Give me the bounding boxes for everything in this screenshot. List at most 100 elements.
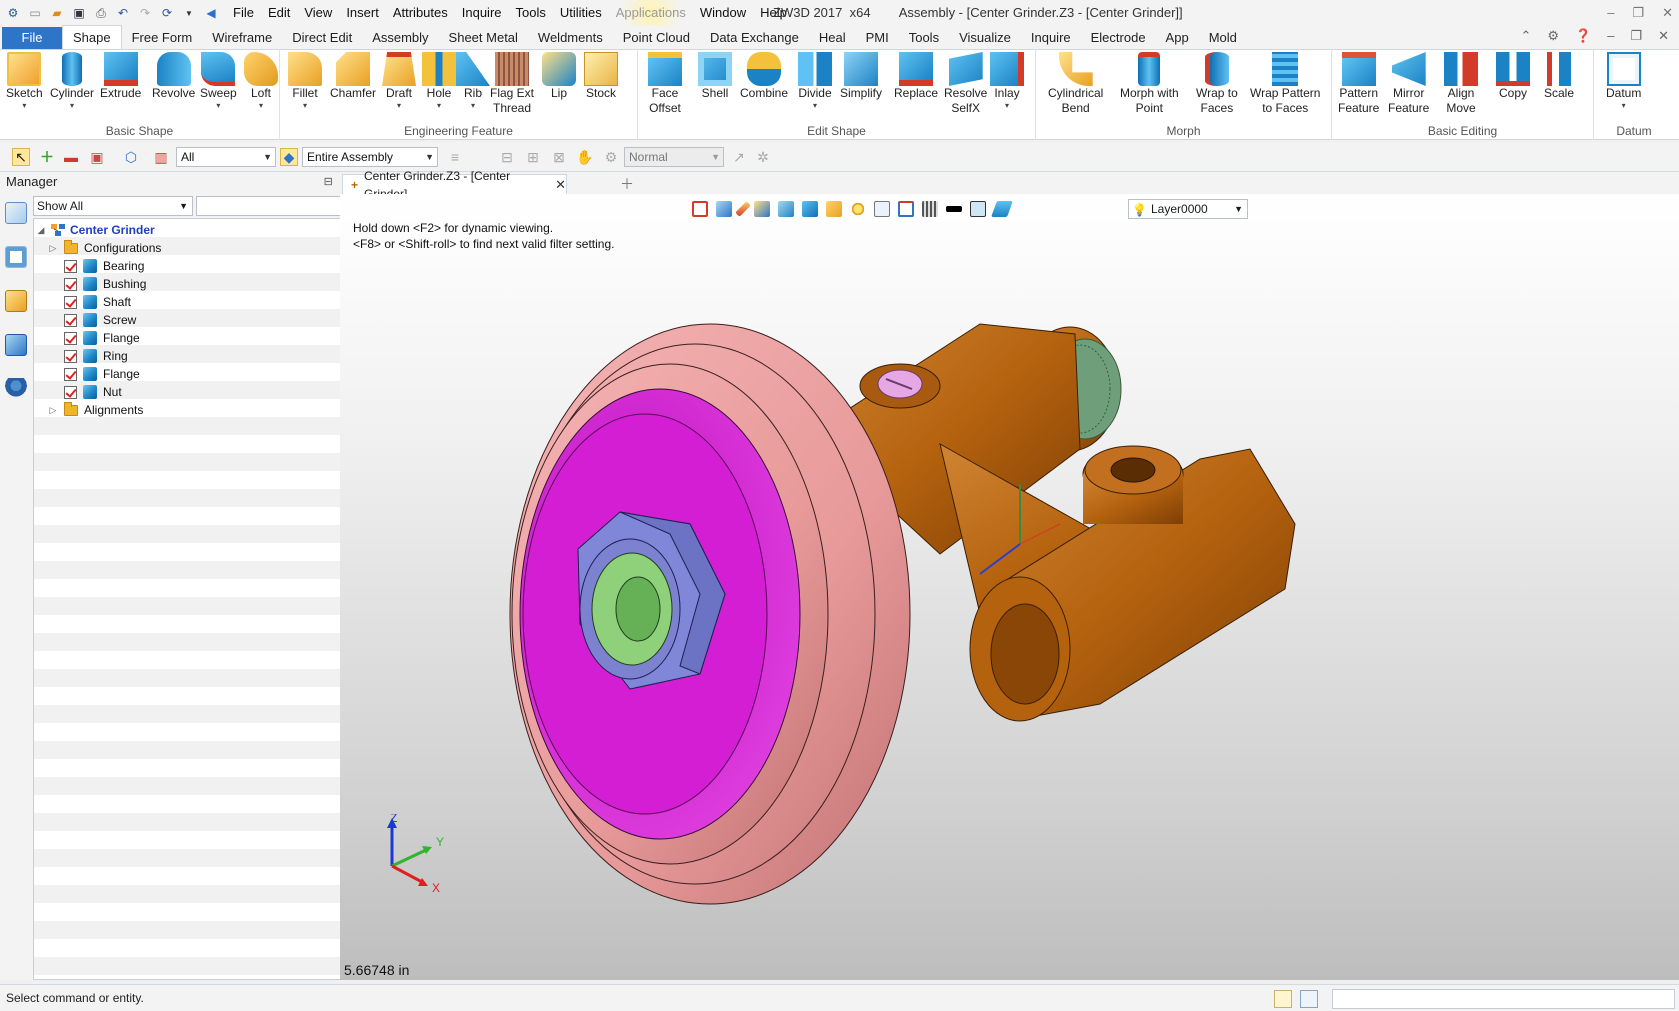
assembly-scope-icon[interactable]: ◆ [280,148,298,166]
filter-icon[interactable]: ▥ [152,148,170,166]
mode-combo[interactable]: Normal ▼ [624,147,724,167]
tab-data-exchange[interactable]: Data Exchange [700,27,809,49]
flag-ext-thread-button[interactable]: Flag Ext Thread [490,52,534,116]
3d-viewport[interactable]: Hold down <F2> for dynamic viewing. <F8>… [340,194,1679,980]
tool-1-icon[interactable]: ≡ [446,148,464,166]
cylinder-button[interactable]: Cylinder ▾ [50,52,94,110]
tab-electrode[interactable]: Electrode [1081,27,1156,49]
manager-filter-combo[interactable]: Show All ▼ [33,196,193,216]
rib-button[interactable]: Rib ▾ [456,52,490,110]
loft-button[interactable]: Loft ▾ [244,52,278,110]
pick-icon[interactable]: ↖ [12,148,30,166]
status-list-icon[interactable] [1300,990,1318,1008]
doc-restore-icon[interactable]: ❐ [1630,28,1642,44]
user-tab-icon[interactable] [5,378,27,400]
menu-view[interactable]: View [297,0,339,26]
morph-with-point-button[interactable]: Morph with Point [1120,52,1179,116]
doc-minimize-icon[interactable]: – [1607,28,1614,44]
align-move-button[interactable]: Align Move [1444,52,1478,116]
collapse-chevron-icon[interactable]: ◢ [36,225,46,236]
tab-assembly[interactable]: Assembly [362,27,438,49]
tab-pmi[interactable]: PMI [856,27,899,49]
visibility-checkbox[interactable] [64,349,77,363]
open-file-icon[interactable]: ▰ [48,4,66,22]
tab-file[interactable]: File [2,27,62,49]
tab-free-form[interactable]: Free Form [122,27,203,49]
expand-chevron-icon[interactable]: ▷ [48,405,58,416]
visibility-checkbox[interactable] [64,331,77,345]
draft-button[interactable]: Draft ▾ [382,52,416,110]
combine-button[interactable]: Combine [740,52,788,101]
menu-attributes[interactable]: Attributes [386,0,455,26]
wrap-to-faces-button[interactable]: Wrap to Faces [1196,52,1238,116]
cylindrical-bend-button[interactable]: Cylindrical Bend [1048,52,1103,116]
stock-button[interactable]: Stock [584,52,618,101]
menu-edit[interactable]: Edit [261,0,297,26]
tree-item-bearing[interactable]: Bearing [34,257,354,275]
filter-combo[interactable]: All ▼ [176,147,276,167]
view-tab-icon[interactable] [5,334,27,356]
undo-icon[interactable]: ↶ [114,4,132,22]
tab-sheet-metal[interactable]: Sheet Metal [439,27,528,49]
assembly-tab-icon[interactable] [5,246,27,268]
tab-app[interactable]: App [1156,27,1199,49]
tree-item-screw[interactable]: Screw [34,311,354,329]
menu-applications[interactable]: Applications [608,0,693,26]
expand-chevron-icon[interactable]: ▷ [48,243,58,254]
doc-close-icon[interactable]: ✕ [1658,28,1669,44]
tool-6-icon[interactable]: ↗ [730,148,748,166]
tab-point-cloud[interactable]: Point Cloud [613,27,700,49]
tool-3-icon[interactable]: ⊞ [524,148,542,166]
tab-tools[interactable]: Tools [899,27,949,49]
help-icon[interactable]: ❓ [1575,28,1591,44]
visibility-checkbox[interactable] [64,259,77,273]
fillet-button[interactable]: Fillet ▾ [288,52,322,110]
mirror-feature-button[interactable]: Mirror Feature [1388,52,1429,116]
snap-icon[interactable]: ⚙ [602,148,620,166]
command-input[interactable] [1332,989,1675,1009]
simplify-button[interactable]: Simplify [840,52,882,101]
tool-2-icon[interactable]: ⊟ [498,148,516,166]
menu-insert[interactable]: Insert [339,0,386,26]
document-tab[interactable]: + Center Grinder.Z3 - [Center Grinder] ✕ [342,169,567,201]
box-select-icon[interactable]: ▣ [88,148,106,166]
lasso-icon[interactable]: ⬡ [122,148,140,166]
scale-button[interactable]: Scale [1544,52,1574,101]
tool-7-icon[interactable]: ✲ [754,148,772,166]
tree-item-alignments[interactable]: ▷ Alignments [34,401,354,419]
extrude-button[interactable]: Extrude [100,52,141,101]
pattern-feature-button[interactable]: Pattern Feature [1338,52,1379,116]
new-tab-icon[interactable]: ＋ [620,174,634,194]
minimize-icon[interactable]: – [1607,0,1614,26]
back-icon[interactable]: ◀ [202,4,220,22]
reload-icon[interactable]: ⟳ [158,4,176,22]
manager-search-input[interactable] [196,196,354,216]
app-logo-icon[interactable]: ⚙ [4,4,22,22]
sketch-button[interactable]: Sketch ▾ [6,52,43,110]
remove-icon[interactable]: ▬ [62,148,80,166]
new-file-icon[interactable]: ▭ [26,4,44,22]
visibility-checkbox[interactable] [64,295,77,309]
visibility-checkbox[interactable] [64,277,77,291]
tab-weldments[interactable]: Weldments [528,27,613,49]
sweep-button[interactable]: Sweep ▾ [200,52,237,110]
tree-item-configurations[interactable]: ▷ Configurations [34,239,354,257]
visibility-checkbox[interactable] [64,367,77,381]
tree-item-flange-2[interactable]: Flange [34,365,354,383]
tree-item-ring[interactable]: Ring [34,347,354,365]
tab-direct-edit[interactable]: Direct Edit [282,27,362,49]
copy-button[interactable]: Copy [1496,52,1530,101]
revolve-button[interactable]: Revolve [152,52,195,101]
resolve-selfx-button[interactable]: Resolve SelfX [944,52,987,116]
save-icon[interactable]: ▣ [70,4,88,22]
menu-inquire[interactable]: Inquire [455,0,509,26]
pin-panel-icon[interactable]: ⊟ [324,172,333,192]
tree-item-shaft[interactable]: Shaft [34,293,354,311]
history-tab-icon[interactable] [5,202,27,224]
shell-button[interactable]: Shell [698,52,732,101]
tab-heal[interactable]: Heal [809,27,856,49]
tool-4-icon[interactable]: ⊠ [550,148,568,166]
close-window-icon[interactable]: ✕ [1662,0,1673,26]
tab-wireframe[interactable]: Wireframe [202,27,282,49]
tree-item-flange[interactable]: Flange [34,329,354,347]
